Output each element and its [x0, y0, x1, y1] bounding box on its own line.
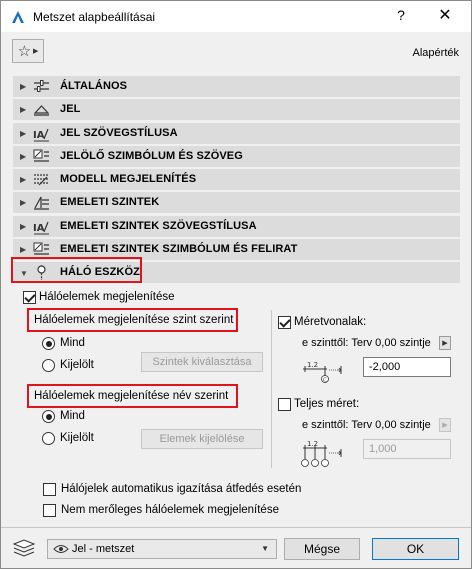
by-name-all-radio[interactable]	[42, 410, 55, 423]
text-style-icon: IA	[33, 221, 49, 235]
star-icon: ☆	[17, 42, 32, 60]
highlight-grid-tool	[11, 257, 142, 283]
help-button[interactable]: ?	[391, 7, 411, 23]
svg-text:1.2: 1.2	[307, 440, 318, 448]
triangle-right-icon: ▶	[33, 48, 39, 55]
section-label: ÁLTALÁNOS	[60, 80, 128, 92]
by-story-selected-label: Kijelölt	[60, 359, 94, 371]
select-stories-button[interactable]: Szintek kiválasztása	[141, 352, 263, 372]
expand-arrow-icon: ▶	[20, 82, 27, 91]
full-size-checkbox[interactable]	[278, 398, 291, 411]
title-bar: Metszet alapbeállításai ? ✕	[1, 1, 471, 32]
by-name-all-label: Mind	[60, 410, 85, 422]
symbol-text-icon	[33, 149, 49, 162]
expand-arrow-icon: ▶	[20, 198, 27, 208]
footer-divider	[1, 527, 471, 528]
auto-align-checkbox[interactable]	[43, 483, 56, 496]
by-name-selected-label: Kijelölt	[60, 432, 94, 444]
show-grid-elements-label: Hálóelemek megjelenítése	[39, 291, 175, 303]
dimension-lines-label: Méretvonalak:	[294, 316, 367, 328]
defaults-label: Alapérték	[412, 47, 459, 59]
by-story-selected-radio[interactable]	[42, 359, 55, 372]
layers-icon	[12, 539, 36, 557]
section-marker-text-style[interactable]: ▶ IA JEL SZÖVEGSTÍLUSA	[13, 122, 460, 144]
section-general[interactable]: ▶ ÁLTALÁNOS	[13, 76, 460, 97]
by-name-selected-radio[interactable]	[42, 432, 55, 445]
non-orthogonal-checkbox[interactable]	[43, 504, 56, 517]
dimension-lines-story-picker[interactable]: ▶	[439, 336, 451, 350]
general-settings-icon	[34, 80, 49, 92]
archicad-app-icon	[12, 11, 24, 23]
full-size-value-input[interactable]: 1,000	[363, 439, 451, 459]
expand-arrow-icon: ▶	[20, 221, 27, 231]
section-label: EMELETI SZINTEK SZÖVEGSTÍLUSA	[60, 219, 257, 232]
auto-align-label: Hálójelek automatikus igazítása átfedés …	[61, 483, 302, 495]
dimension-line-preview-icon: 1.2 C	[303, 361, 342, 384]
ok-button[interactable]: OK	[372, 538, 459, 560]
marker-icon	[33, 105, 50, 116]
expand-arrow-icon: ▶	[20, 128, 27, 138]
chevron-down-icon: ▼	[261, 544, 269, 553]
settings-sections: ▶ ÁLTALÁNOS ▶ JEL ▶ IA JEL SZÖVEGSTÍLUSA…	[13, 76, 460, 286]
section-label: EMELETI SZINTEK	[60, 196, 160, 209]
expand-arrow-icon: ▶	[20, 175, 27, 185]
section-label: JELÖLŐ SZIMBÓLUM ÉS SZÖVEG	[60, 149, 243, 162]
section-label: JEL SZÖVEGSTÍLUSA	[60, 126, 178, 139]
section-symbol-text[interactable]: ▶ JELÖLŐ SZIMBÓLUM ÉS SZÖVEG	[13, 145, 460, 167]
by-story-all-label: Mind	[60, 337, 85, 349]
by-story-all-radio[interactable]	[42, 337, 55, 350]
section-model-display[interactable]: ▶ MODELL MEGJELENÍTÉS	[13, 169, 460, 191]
eye-icon	[53, 545, 69, 553]
window-title: Metszet alapbeállításai	[33, 10, 156, 24]
view-dropdown-label: Jel - metszet	[72, 543, 135, 555]
section-label: MODELL MEGJELENÍTÉS	[60, 173, 197, 186]
symbol-text-icon	[33, 242, 49, 255]
favorites-button[interactable]: ☆ ▶	[12, 39, 44, 63]
full-size-offset-label: e szinttől: Terv 0,00 szintje	[302, 419, 431, 431]
story-levels-icon	[34, 197, 49, 211]
non-orthogonal-label: Nem merőleges hálóelemek megjelenítése	[61, 504, 279, 516]
dimension-lines-offset-label: e szinttől: Terv 0,00 szintje	[302, 337, 431, 349]
by-story-heading: Hálóelemek megjelenítése szint szerint	[34, 314, 234, 326]
expand-arrow-icon: ▶	[20, 245, 27, 255]
view-dropdown[interactable]: Jel - metszet ▼	[47, 539, 277, 559]
svg-text:IA: IA	[33, 130, 45, 141]
section-story-levels[interactable]: ▶ EMELETI SZINTEK	[13, 192, 460, 214]
full-size-preview-icon: 1.2	[301, 440, 342, 467]
svg-text:1.2: 1.2	[307, 361, 318, 369]
section-story-levels-text-style[interactable]: ▶ IA EMELETI SZINTEK SZÖVEGSTÍLUSA	[13, 215, 460, 237]
text-style-icon: IA	[33, 128, 49, 142]
dimension-lines-value-input[interactable]: -2,000	[363, 357, 451, 377]
svg-text:C: C	[323, 378, 327, 384]
full-size-story-picker[interactable]: ▶	[439, 418, 451, 432]
cancel-button[interactable]: Mégse	[284, 538, 360, 560]
column-divider	[271, 310, 272, 468]
close-button[interactable]: ✕	[435, 5, 455, 25]
select-elements-button[interactable]: Elemek kijelölése	[141, 429, 263, 449]
section-label: JEL	[60, 103, 81, 116]
section-marker[interactable]: ▶ JEL	[13, 99, 460, 121]
dimension-lines-checkbox[interactable]	[278, 316, 291, 329]
by-name-heading: Hálóelemek megjelenítése név szerint	[34, 390, 229, 402]
dialog-window: Metszet alapbeállításai ? ✕ ☆ ▶ Alapérté…	[0, 0, 472, 569]
model-display-icon	[34, 174, 48, 186]
full-size-label: Teljes méret:	[294, 398, 360, 410]
section-label: EMELETI SZINTEK SZIMBÓLUM ÉS FELIRAT	[60, 243, 298, 256]
svg-text:IA: IA	[33, 223, 45, 234]
expand-arrow-icon: ▶	[20, 105, 27, 115]
expand-arrow-icon: ▶	[20, 151, 27, 161]
show-grid-elements-checkbox[interactable]	[23, 291, 36, 304]
